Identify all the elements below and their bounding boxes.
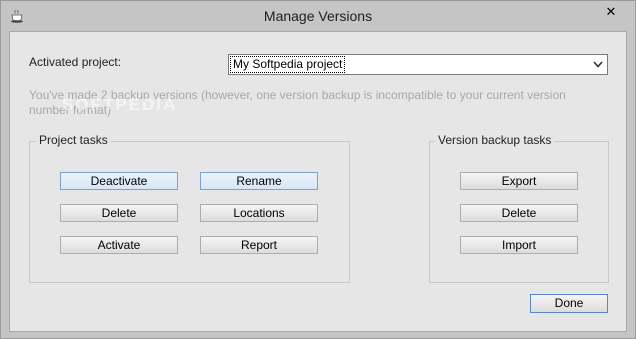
deactivate-button[interactable]: Deactivate: [60, 172, 178, 190]
chevron-down-icon: [593, 61, 603, 68]
activate-button[interactable]: Activate: [60, 236, 178, 254]
delete-version-button[interactable]: Delete: [460, 204, 578, 222]
softpedia-watermark: SOFTPEDIA: [62, 95, 178, 114]
locations-button[interactable]: Locations: [200, 204, 318, 222]
delete-project-button[interactable]: Delete: [60, 204, 178, 222]
activated-project-label: Activated project:: [29, 55, 122, 69]
dialog-body: Activated project: My Softpedia project …: [9, 31, 627, 332]
version-backup-tasks-legend: Version backup tasks: [435, 133, 555, 147]
done-button[interactable]: Done: [530, 294, 608, 313]
rename-button[interactable]: Rename: [200, 172, 318, 190]
close-icon: ✕: [605, 4, 617, 19]
report-button[interactable]: Report: [200, 236, 318, 254]
export-button[interactable]: Export: [460, 172, 578, 190]
manage-versions-window: Manage Versions ✕ Activated project: My …: [0, 0, 636, 339]
close-button[interactable]: ✕: [595, 2, 627, 22]
selected-project-value: My Softpedia project: [229, 56, 346, 73]
import-button[interactable]: Import: [460, 236, 578, 254]
title-bar[interactable]: Manage Versions ✕: [1, 1, 635, 31]
window-title: Manage Versions: [263, 8, 373, 24]
activated-project-select[interactable]: My Softpedia project: [228, 54, 608, 75]
project-tasks-legend: Project tasks: [36, 133, 111, 147]
